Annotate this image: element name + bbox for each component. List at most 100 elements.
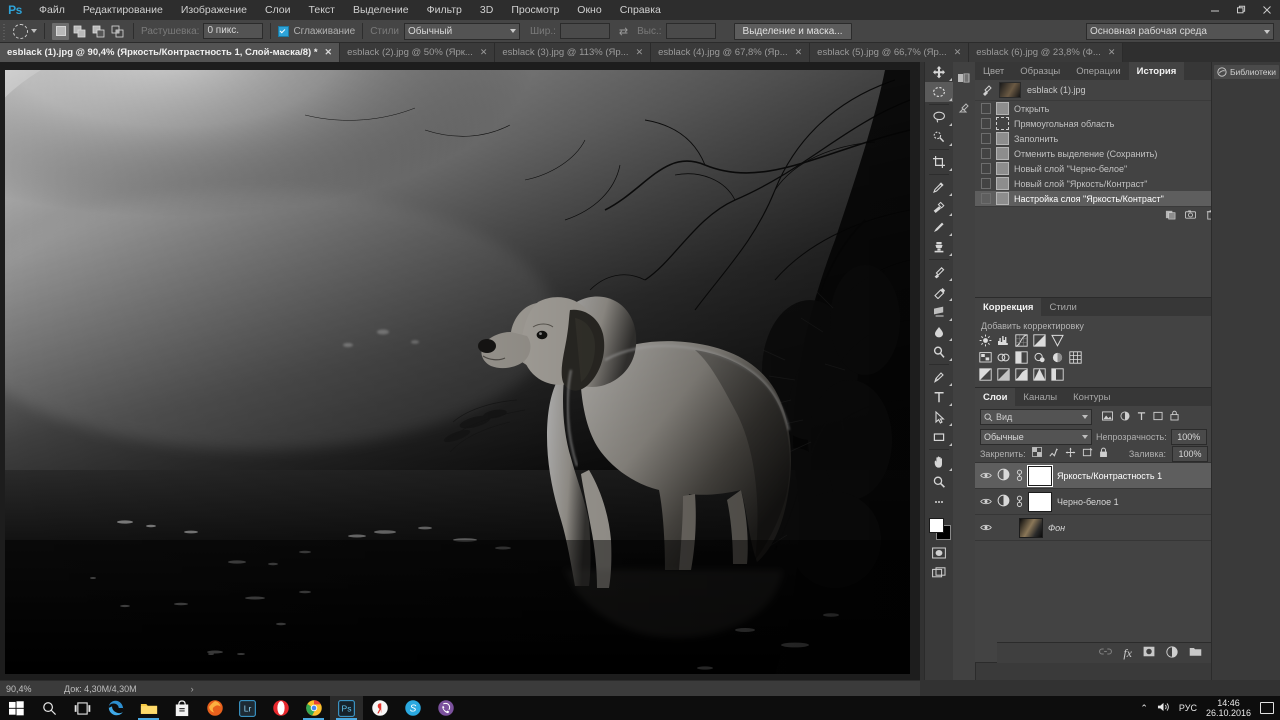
create-document-from-state-icon[interactable] xyxy=(1165,209,1176,223)
clock[interactable]: 14:46 26.10.2016 xyxy=(1206,698,1251,718)
close-icon[interactable]: ✕ xyxy=(325,47,333,58)
lock-all-icon[interactable] xyxy=(1099,447,1108,461)
layer-visibility-eye-icon[interactable] xyxy=(980,497,992,506)
history-snapshot-slot[interactable] xyxy=(981,178,991,189)
notifications-icon[interactable] xyxy=(1260,702,1274,714)
minimize-button[interactable] xyxy=(1202,0,1228,20)
posterize-icon[interactable] xyxy=(997,368,1010,381)
photoshop-icon[interactable]: Ps xyxy=(330,696,363,720)
store-icon[interactable] xyxy=(165,696,198,720)
firefox-icon[interactable] xyxy=(198,696,231,720)
panel-tab-операции[interactable]: Операции xyxy=(1068,62,1128,80)
panel-tab-каналы[interactable]: Каналы xyxy=(1015,388,1065,406)
panel-tab-слои[interactable]: Слои xyxy=(975,388,1016,406)
brightness-contrast-icon[interactable] xyxy=(979,334,992,347)
subtract-from-selection-button[interactable] xyxy=(90,23,107,40)
shape-filter-icon[interactable] xyxy=(1153,411,1163,424)
lock-position-icon[interactable] xyxy=(1065,447,1076,461)
type-filter-icon[interactable] xyxy=(1137,411,1146,424)
curves-icon[interactable] xyxy=(1015,334,1028,347)
blend-mode-select[interactable]: Обычные xyxy=(980,428,1092,445)
menu-item-8[interactable]: Просмотр xyxy=(502,0,568,20)
history-state-row[interactable]: Отменить выделение (Сохранить) xyxy=(975,146,1225,161)
create-snapshot-icon[interactable] xyxy=(1185,209,1196,223)
status-expand-arrow[interactable]: › xyxy=(191,684,194,694)
lock-artboard-icon[interactable] xyxy=(1082,447,1093,461)
type-tool[interactable] xyxy=(925,387,953,407)
history-snapshot-slot[interactable] xyxy=(981,148,991,159)
add-mask-icon[interactable] xyxy=(1143,646,1155,660)
workspace-select[interactable]: Основная рабочая среда xyxy=(1086,23,1274,40)
restore-button[interactable] xyxy=(1228,0,1254,20)
select-and-mask-button[interactable]: Выделение и маска... xyxy=(733,22,852,40)
document-tab-1[interactable]: esblack (2).jpg @ 50% (Ярк... ✕ xyxy=(340,43,496,62)
gradient-map-icon[interactable] xyxy=(1033,368,1046,381)
swap-arrows-icon[interactable]: ⇄ xyxy=(619,25,628,38)
panel-tab-образцы[interactable]: Образцы xyxy=(1012,62,1068,80)
layer-style-fx-icon[interactable]: fx xyxy=(1123,646,1132,661)
black-white-icon[interactable] xyxy=(1015,351,1028,364)
menu-item-2[interactable]: Изображение xyxy=(172,0,256,20)
quick-selection-tool[interactable] xyxy=(925,127,953,147)
close-button[interactable] xyxy=(1254,0,1280,20)
panel-tab-цвет[interactable]: Цвет xyxy=(975,62,1012,80)
panel-tab-история[interactable]: История xyxy=(1128,62,1185,80)
blur-tool[interactable] xyxy=(925,322,953,342)
layer-visibility-eye-icon[interactable] xyxy=(980,471,992,480)
document-tab-3[interactable]: esblack (4).jpg @ 67,8% (Яр... ✕ xyxy=(651,43,811,62)
menu-item-7[interactable]: 3D xyxy=(471,0,502,20)
history-snapshot-row[interactable]: esblack (1).jpg xyxy=(975,80,1225,101)
history-brush-panel-icon[interactable] xyxy=(953,96,975,120)
history-brush-tool[interactable] xyxy=(925,262,953,282)
link-mask-icon[interactable] xyxy=(1015,469,1023,482)
pixel-filter-icon[interactable] xyxy=(1102,410,1113,424)
image-canvas[interactable] xyxy=(5,70,910,674)
elliptical-marquee-tool[interactable] xyxy=(925,82,953,102)
layer-row[interactable]: Яркость/Контрастность 1 xyxy=(975,463,1225,489)
layer-filter-select[interactable]: Вид xyxy=(980,409,1092,425)
menu-item-1[interactable]: Редактирование xyxy=(74,0,172,20)
height-input[interactable] xyxy=(665,23,716,39)
hand-tool[interactable] xyxy=(925,452,953,472)
document-tab-4[interactable]: esblack (5).jpg @ 66,7% (Яр... ✕ xyxy=(810,43,970,62)
link-mask-icon[interactable] xyxy=(1015,495,1023,508)
new-adjustment-layer-icon[interactable] xyxy=(1166,645,1178,661)
quick-mask-icon[interactable] xyxy=(925,543,953,563)
layer-row[interactable]: Черно-белое 1 xyxy=(975,489,1225,515)
adjustment-layer-thumbnail[interactable] xyxy=(997,494,1010,509)
gradient-tool[interactable] xyxy=(925,302,953,322)
history-state-row[interactable]: Новый слой "Черно-белое" xyxy=(975,161,1225,176)
close-icon[interactable]: ✕ xyxy=(954,47,962,58)
language-indicator[interactable]: РУС xyxy=(1179,703,1197,713)
vibrance-icon[interactable] xyxy=(1051,334,1064,347)
menu-item-5[interactable]: Выделение xyxy=(344,0,418,20)
brush-tool[interactable] xyxy=(925,217,953,237)
close-icon[interactable]: ✕ xyxy=(636,47,644,58)
screen-mode-icon[interactable] xyxy=(925,563,953,583)
move-tool[interactable] xyxy=(925,62,953,82)
menu-item-4[interactable]: Текст xyxy=(300,0,344,20)
layer-row[interactable]: Фон xyxy=(975,515,1225,541)
tool-preset-picker[interactable] xyxy=(13,23,37,39)
invert-icon[interactable] xyxy=(979,368,992,381)
feather-input[interactable]: 0 пикс. xyxy=(203,23,264,39)
fill-input[interactable]: 100% xyxy=(1172,445,1208,462)
new-group-icon[interactable] xyxy=(1189,646,1202,660)
task-view-icon[interactable] xyxy=(66,696,99,720)
edit-toolbar-ellipsis[interactable] xyxy=(925,492,953,512)
history-snapshot-slot[interactable] xyxy=(981,133,991,144)
history-brush-source-icon[interactable] xyxy=(981,84,993,96)
path-selection-tool[interactable] xyxy=(925,407,953,427)
clone-stamp-tool[interactable] xyxy=(925,237,953,257)
smart-object-filter-icon[interactable] xyxy=(1170,410,1179,424)
document-tab-2[interactable]: esblack (3).jpg @ 113% (Яр... ✕ xyxy=(495,43,652,62)
menu-item-10[interactable]: Справка xyxy=(611,0,670,20)
lock-image-icon[interactable] xyxy=(1048,447,1059,461)
style-select[interactable]: Обычный xyxy=(404,22,521,40)
foreground-background-color[interactable] xyxy=(925,515,953,543)
zoom-level[interactable]: 90,4% xyxy=(0,684,46,694)
adjustment-filter-icon[interactable] xyxy=(1120,410,1130,424)
add-to-selection-button[interactable] xyxy=(71,23,88,40)
link-layers-icon[interactable] xyxy=(1099,647,1113,659)
history-state-row[interactable]: Прямоугольная область xyxy=(975,116,1225,131)
